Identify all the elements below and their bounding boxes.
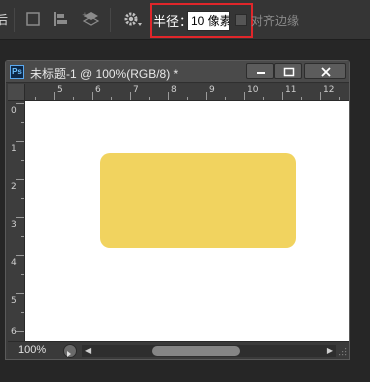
ruler-label: 2 [11, 182, 17, 192]
truncated-label: 后 [0, 13, 9, 27]
separator [14, 8, 15, 32]
ruler-label: 5 [57, 85, 63, 95]
scroll-right-icon[interactable]: ▶ [327, 346, 333, 355]
ruler-label: 1 [11, 144, 17, 154]
ruler-label: 12 [323, 85, 335, 95]
document-canvas[interactable] [25, 101, 349, 341]
status-bar: 100% ◀ ▶ [8, 341, 349, 359]
document-info-button[interactable] [63, 344, 77, 358]
ruler-origin[interactable] [8, 84, 25, 101]
document-window: Ps 未标题-1 @ 100%(RGB/8) * 5 6 7 8 9 10 11… [5, 60, 350, 360]
ruler-label: 6 [95, 85, 101, 95]
gear-icon[interactable] [122, 10, 144, 28]
maximize-button[interactable] [274, 63, 302, 79]
ruler-label: 0 [11, 106, 17, 116]
options-bar: 后 + 半径： 10 像素 对齐边缘 [0, 0, 370, 40]
vertical-ruler[interactable]: 0 1 2 3 4 5 6 [8, 101, 25, 341]
horizontal-ruler[interactable]: 5 6 7 8 9 10 11 12 [25, 84, 349, 101]
info-icon [67, 351, 71, 357]
maximize-icon [283, 67, 295, 77]
path-operations-icon[interactable] [24, 10, 42, 28]
ruler-label: 10 [247, 85, 259, 95]
minimize-button[interactable] [246, 63, 274, 79]
close-button[interactable] [304, 63, 346, 79]
align-edges-checkbox[interactable] [235, 14, 247, 26]
document-title: 未标题-1 @ 100%(RGB/8) * [30, 67, 179, 81]
document-title-bar[interactable]: Ps 未标题-1 @ 100%(RGB/8) * [6, 61, 349, 83]
ruler-label: 4 [11, 258, 17, 268]
scroll-thumb[interactable] [152, 346, 240, 356]
ruler-label: 8 [171, 85, 177, 95]
path-alignment-icon[interactable] [52, 10, 70, 28]
ruler-label: 9 [209, 85, 215, 95]
separator [110, 8, 111, 32]
ruler-label: 5 [11, 296, 17, 306]
ruler-label: 7 [133, 85, 139, 95]
close-icon [321, 67, 331, 77]
photoshop-icon: Ps [10, 65, 24, 79]
ruler-label: 6 [11, 327, 17, 337]
radius-input[interactable]: 10 像素 [187, 11, 230, 31]
ruler-label: 11 [285, 85, 297, 95]
ruler-label: 3 [11, 220, 17, 230]
path-arrangement-icon[interactable]: + [82, 10, 100, 28]
align-edges-label: 对齐边缘 [251, 14, 300, 28]
rounded-rectangle-shape[interactable] [100, 153, 296, 248]
ruler-ticks [35, 92, 340, 100]
scroll-left-icon[interactable]: ◀ [85, 346, 91, 355]
resize-grip-icon[interactable] [338, 347, 347, 356]
svg-text:+: + [82, 11, 88, 19]
minimize-icon [257, 72, 265, 74]
horizontal-scrollbar[interactable]: ◀ ▶ [82, 345, 336, 357]
zoom-level[interactable]: 100% [18, 344, 46, 356]
